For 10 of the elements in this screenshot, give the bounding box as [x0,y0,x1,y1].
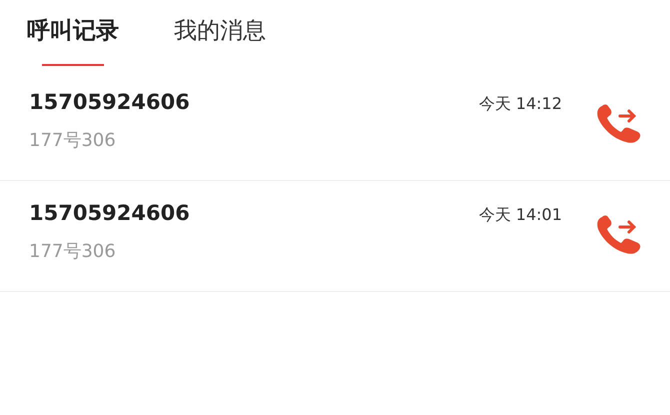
contact-name: 177号306 [29,129,117,152]
contact-name: 177号306 [29,240,117,263]
tab[interactable]: 我的消息 [172,14,268,66]
phone-number: 15705924606 [29,90,191,114]
tab[interactable]: 呼叫记录 [25,14,121,66]
call-time: 今天 14:12 [478,94,562,115]
phone-number: 15705924606 [29,201,191,225]
call-time: 今天 14:01 [478,205,562,226]
outgoing-call-icon[interactable] [596,215,642,255]
outgoing-call-icon[interactable] [596,104,642,144]
